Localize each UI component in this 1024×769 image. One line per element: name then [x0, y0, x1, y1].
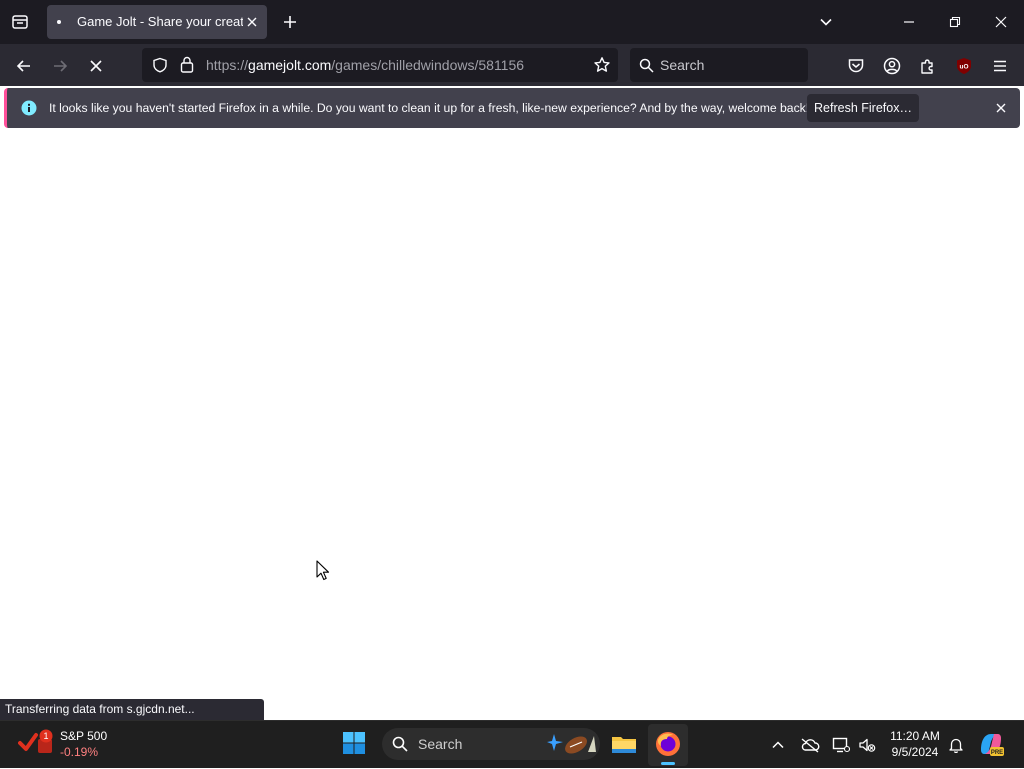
ublock-origin-button[interactable]: uO	[950, 52, 978, 80]
new-tab-button[interactable]	[278, 10, 302, 34]
close-icon	[247, 17, 257, 27]
shield-icon[interactable]	[152, 57, 168, 73]
network-tray-button[interactable]	[829, 733, 853, 757]
chevron-down-icon	[820, 18, 832, 26]
puzzle-icon	[921, 59, 933, 74]
stop-button[interactable]	[82, 52, 110, 80]
navigation-toolbar: https://gamejolt.com/games/chilledwindow…	[0, 44, 1024, 86]
stock-widget[interactable]: 1 S&P 500 -0.19%	[10, 721, 120, 769]
tab-close-button[interactable]	[243, 13, 261, 31]
close-window-button[interactable]	[987, 8, 1015, 36]
address-bar[interactable]: https://gamejolt.com/games/chilledwindow…	[142, 48, 618, 82]
firefox-view-button[interactable]	[6, 8, 34, 36]
back-button[interactable]	[10, 52, 38, 80]
notification-message: It looks like you haven't started Firefo…	[49, 101, 810, 115]
notification-count-badge: 1	[43, 731, 48, 741]
start-button[interactable]	[341, 730, 371, 760]
firefox-view-icon	[12, 15, 28, 29]
close-icon	[995, 16, 1007, 28]
notifications-button[interactable]	[944, 733, 968, 757]
stock-change: -0.19%	[60, 745, 99, 759]
taskbar: 1 S&P 500 -0.19% Search 11:20 AM 9/5/202…	[0, 720, 1024, 768]
copilot-icon: PRE	[981, 734, 1004, 756]
ublock-origin-icon: uO	[957, 58, 971, 74]
url-host: gamejolt.com	[248, 57, 332, 73]
pocket-button[interactable]	[842, 52, 870, 80]
loading-dot-icon	[57, 20, 61, 24]
url-scheme: https://	[206, 57, 249, 73]
arrow-right-icon	[54, 60, 68, 72]
copilot-button[interactable]: PRE	[977, 730, 1007, 760]
search-bar[interactable]: Search	[630, 48, 808, 82]
notification-close-button[interactable]	[992, 99, 1010, 117]
search-highlight-icon	[547, 734, 596, 754]
account-button[interactable]	[878, 52, 906, 80]
taskbar-search-placeholder: Search	[418, 736, 463, 752]
chevron-up-icon	[772, 741, 784, 749]
windows-logo-icon	[343, 732, 365, 754]
clock-date: 9/5/2024	[891, 745, 939, 759]
url-path: /games/chilledwindows/581156	[331, 57, 525, 73]
search-icon	[639, 58, 654, 73]
hamburger-icon	[994, 60, 1006, 72]
star-icon[interactable]	[593, 56, 611, 74]
minimize-button[interactable]	[895, 8, 923, 36]
show-hidden-icons-button[interactable]	[766, 733, 790, 757]
arrow-left-icon	[16, 60, 30, 72]
svg-text:PRE: PRE	[991, 750, 1003, 756]
refresh-firefox-button[interactable]: Refresh Firefox…	[807, 94, 919, 122]
menu-button[interactable]	[986, 52, 1014, 80]
stock-widget-icon: 1	[18, 729, 53, 753]
status-panel: Transferring data from s.gjcdn.net...	[0, 699, 264, 720]
taskbar-file-explorer[interactable]	[609, 729, 641, 761]
pocket-icon	[848, 59, 864, 73]
mouse-pointer-icon	[316, 560, 330, 581]
forward-button[interactable]	[46, 52, 74, 80]
restore-button[interactable]	[941, 8, 969, 36]
speaker-muted-icon	[859, 738, 876, 752]
bell-icon	[949, 738, 963, 753]
tab-gamejolt[interactable]: Game Jolt - Share your creations	[47, 5, 267, 39]
account-icon	[883, 57, 901, 75]
volume-tray-button[interactable]	[855, 733, 879, 757]
tab-title: Game Jolt - Share your creations	[77, 14, 243, 29]
info-icon	[21, 100, 37, 116]
search-placeholder: Search	[660, 57, 705, 73]
url-text[interactable]: https://gamejolt.com/games/chilledwindow…	[206, 57, 524, 73]
minimize-icon	[904, 21, 914, 23]
plus-icon	[284, 16, 296, 28]
extensions-button[interactable]	[914, 52, 942, 80]
clock-time: 11:20 AM	[890, 729, 940, 743]
svg-text:uO: uO	[959, 64, 968, 71]
tab-strip: Game Jolt - Share your creations	[0, 0, 1024, 44]
stop-icon	[90, 60, 102, 72]
network-display-icon	[832, 737, 850, 753]
taskbar-search[interactable]: Search	[382, 728, 600, 760]
folder-icon	[612, 737, 636, 753]
lock-icon[interactable]	[180, 56, 194, 73]
active-app-indicator	[661, 762, 675, 765]
taskbar-firefox[interactable]	[648, 724, 688, 766]
refresh-firefox-notification: It looks like you haven't started Firefo…	[4, 88, 1020, 128]
close-icon	[996, 103, 1006, 113]
onedrive-tray-button[interactable]	[798, 733, 822, 757]
restore-icon	[949, 16, 961, 28]
page-content[interactable]	[0, 132, 1024, 720]
list-all-tabs-button[interactable]	[814, 10, 838, 34]
firefox-icon	[656, 732, 680, 756]
search-icon	[392, 736, 408, 752]
cloud-offline-icon	[801, 738, 820, 753]
stock-name: S&P 500	[60, 729, 108, 743]
